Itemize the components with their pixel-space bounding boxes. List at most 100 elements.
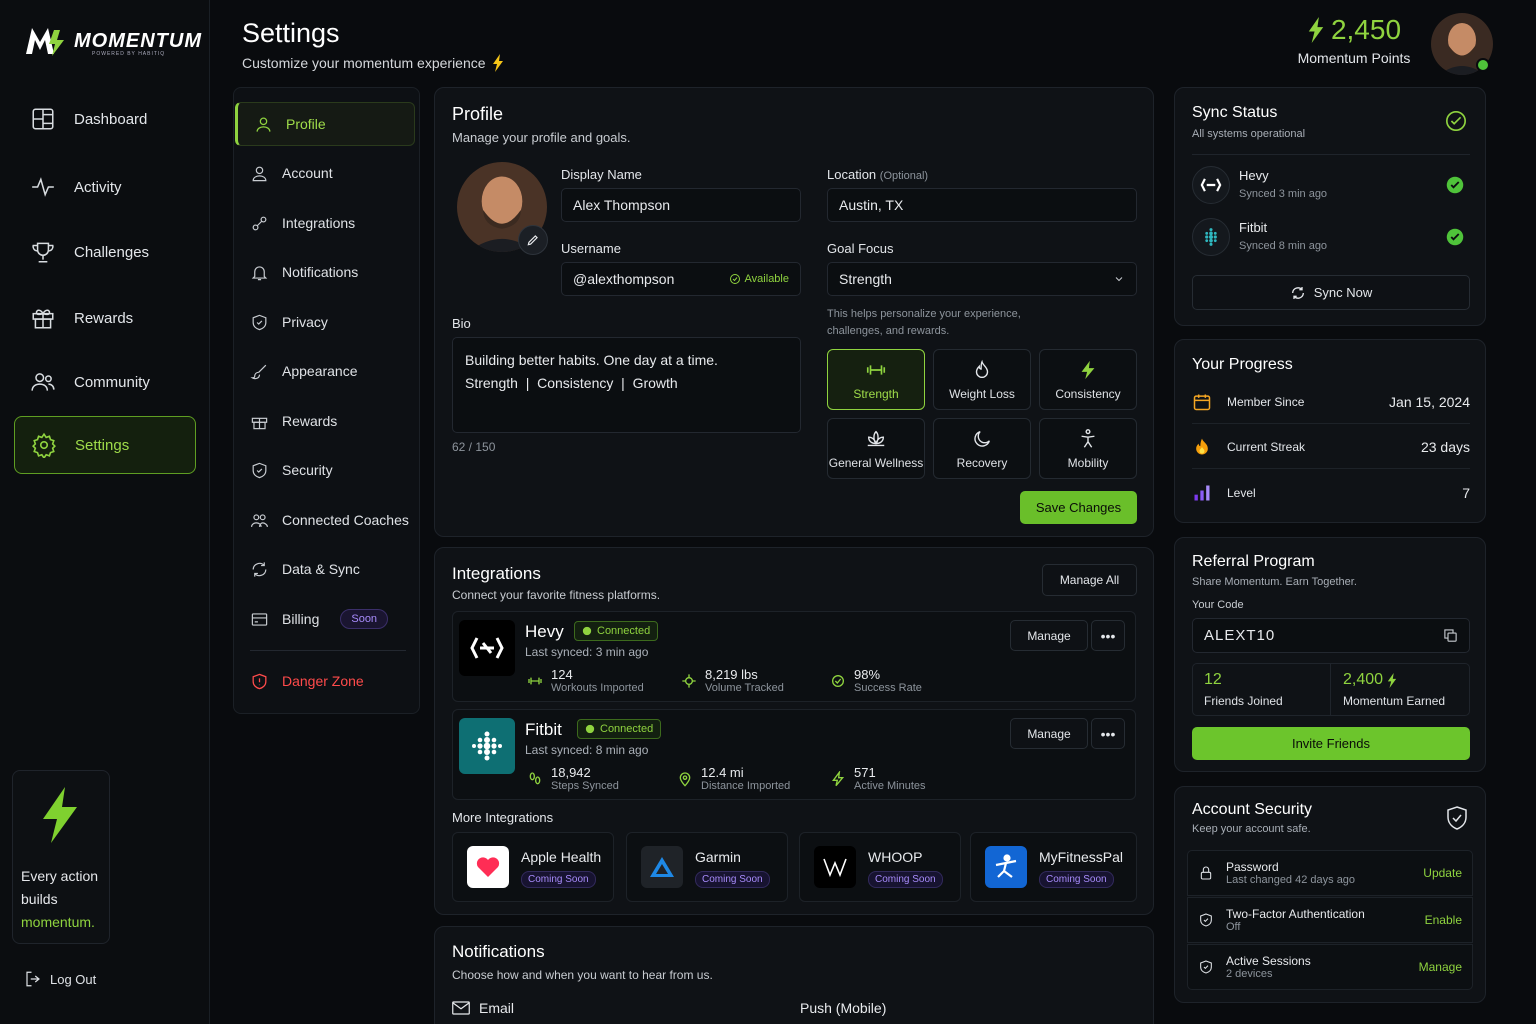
integration-myfitnesspal[interactable]: MyFitnessPal Coming Soon — [970, 832, 1137, 902]
stat-success: 98% Success Rate — [830, 667, 922, 694]
stat-label: Workouts Imported — [551, 682, 644, 694]
bell-icon — [251, 265, 268, 280]
logout-button[interactable]: Log Out — [24, 970, 96, 988]
save-changes-button[interactable]: Save Changes — [1020, 491, 1137, 524]
connected-icon — [585, 724, 595, 734]
points-value: 2,450 — [1330, 14, 1402, 45]
copy-icon[interactable] — [1443, 628, 1458, 643]
goal-option-mobility[interactable]: Mobility — [1039, 418, 1137, 479]
display-name-label: Display Name — [561, 167, 642, 182]
promo-line: builds — [21, 891, 58, 907]
referral-subtitle: Share Momentum. Earn Together. — [1192, 576, 1357, 588]
sync-subtitle: All systems operational — [1192, 128, 1306, 140]
nav-challenges[interactable]: Challenges — [14, 223, 196, 281]
settings-item-security[interactable]: Security — [234, 448, 414, 492]
points-display: 2,450 Momentum Points — [1296, 14, 1412, 66]
security-row-2fa: Two-Factor Authentication Off Enable — [1187, 897, 1473, 943]
apple-health-logo — [467, 846, 509, 888]
progress-label: Level — [1227, 486, 1256, 500]
check-filled-icon — [1446, 228, 1464, 246]
goal-option-label: Mobility — [1067, 455, 1109, 470]
check-circle-icon — [729, 274, 740, 284]
display-name-field[interactable]: Alex Thompson — [561, 188, 801, 222]
page-subtitle-text: Customize your momentum experience — [242, 55, 486, 71]
invite-friends-button[interactable]: Invite Friends — [1192, 727, 1470, 760]
account-security-card: Account Security Keep your account safe.… — [1174, 786, 1486, 1003]
sync-status-card: Sync Status All systems operational Hevy… — [1174, 87, 1486, 326]
friends-joined-value: 12 — [1204, 671, 1222, 688]
manage-fitbit-button[interactable]: Manage — [1010, 718, 1088, 749]
goal-focus-select[interactable]: Strength — [827, 262, 1137, 296]
badge-check-icon — [832, 675, 844, 687]
goal-option-consistency[interactable]: Consistency — [1039, 349, 1137, 410]
stat-label: Volume Tracked — [705, 682, 784, 694]
goal-option-general-wellness[interactable]: General Wellness — [827, 418, 925, 479]
settings-item-danger-zone[interactable]: Danger Zone — [234, 659, 414, 703]
settings-item-notifications[interactable]: Notifications — [234, 250, 414, 294]
integrations-subtitle: Connect your favorite fitness platforms. — [452, 588, 661, 602]
hevy-logo-icon — [1200, 178, 1222, 192]
edit-avatar-button[interactable] — [518, 225, 548, 255]
referral-code-field[interactable]: ALEXT10 — [1192, 618, 1470, 653]
shield-check-icon — [1447, 806, 1467, 830]
manage-all-button[interactable]: Manage All — [1042, 564, 1137, 596]
settings-item-data-sync[interactable]: Data & Sync — [234, 547, 414, 591]
settings-item-profile[interactable]: Profile — [235, 102, 415, 146]
dumbbell-icon — [528, 677, 542, 685]
settings-item-appearance[interactable]: Appearance — [234, 349, 414, 393]
progress-card: Your Progress Member Since Jan 15, 2024 … — [1174, 339, 1486, 523]
nav-rewards[interactable]: Rewards — [14, 289, 196, 347]
goal-help-text: This helps personalize your experience, … — [827, 306, 1021, 340]
username-field[interactable]: @alexthompson Available — [561, 262, 801, 296]
nav-label: Activity — [74, 178, 122, 196]
profile-title: Profile — [452, 104, 504, 124]
location-field[interactable]: Austin, TX — [827, 188, 1137, 222]
soon-badge: Soon — [340, 609, 389, 629]
integrations-title: Integrations — [452, 564, 541, 583]
referral-code-label: Your Code — [1192, 599, 1244, 611]
gift-icon — [32, 309, 54, 329]
nav-label: Community — [74, 373, 150, 391]
nav-activity[interactable]: Activity — [14, 158, 196, 216]
update-password-link[interactable]: Update — [1423, 866, 1462, 880]
promo-highlight: momentum. — [21, 914, 95, 930]
last-synced: Last synced: 3 min ago — [525, 645, 649, 659]
goal-option-recovery[interactable]: Recovery — [933, 418, 1031, 479]
goal-option-label: Consistency — [1055, 386, 1121, 401]
enable-2fa-link[interactable]: Enable — [1425, 913, 1462, 927]
settings-item-billing[interactable]: Billing Soon — [234, 597, 414, 641]
nav-settings[interactable]: Settings — [14, 416, 196, 474]
goal-option-label: Weight Loss — [949, 386, 1015, 401]
settings-item-coaches[interactable]: Connected Coaches — [234, 498, 414, 542]
settings-item-privacy[interactable]: Privacy — [234, 300, 414, 344]
manage-sessions-link[interactable]: Manage — [1419, 960, 1462, 974]
sync-now-button[interactable]: Sync Now — [1192, 275, 1470, 310]
more-options-button[interactable]: ••• — [1091, 620, 1125, 651]
nav-community[interactable]: Community — [14, 353, 196, 411]
settings-item-rewards[interactable]: Rewards — [234, 399, 414, 443]
manage-hevy-button[interactable]: Manage — [1010, 620, 1088, 651]
moon-icon — [974, 430, 990, 447]
nav-dashboard[interactable]: Dashboard — [14, 90, 196, 148]
level-bars-icon — [1194, 485, 1210, 501]
connected-badge: Connected — [577, 719, 662, 739]
goal-option-strength[interactable]: Strength — [827, 349, 925, 410]
settings-item-account[interactable]: Account — [234, 151, 414, 195]
integration-name: MyFitnessPal — [1039, 849, 1124, 865]
sync-app-name: Fitbit — [1239, 220, 1268, 235]
settings-item-integrations[interactable]: Integrations — [234, 201, 414, 245]
integration-garmin[interactable]: Garmin Coming Soon — [626, 832, 788, 902]
integration-whoop[interactable]: WHOOP Coming Soon — [799, 832, 961, 902]
stat-distance: 12.4 mi Distance Imported — [677, 765, 790, 792]
points-label: Momentum Points — [1297, 50, 1411, 66]
momentum-logo-icon — [26, 28, 64, 56]
goal-option-weight-loss[interactable]: Weight Loss — [933, 349, 1031, 410]
whoop-logo — [814, 846, 856, 888]
friends-joined-label: Friends Joined — [1204, 694, 1283, 708]
notifications-subtitle: Choose how and when you want to hear fro… — [452, 968, 713, 982]
more-options-button[interactable]: ••• — [1091, 718, 1125, 749]
brand-tagline: POWERED BY HABITIQ — [92, 51, 166, 57]
integration-apple-health[interactable]: Apple Health Coming Soon — [452, 832, 614, 902]
bio-textarea[interactable]: Building better habits. One day at a tim… — [452, 337, 801, 433]
connected-text: Connected — [600, 723, 654, 735]
